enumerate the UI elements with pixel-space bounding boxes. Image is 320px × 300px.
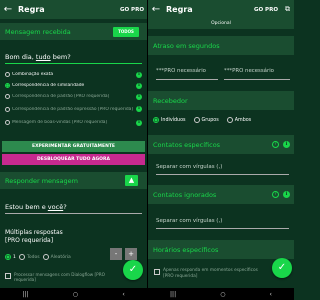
match-option-pattern[interactable]: Correspondência de padrão [PRO requerida… — [5, 92, 142, 101]
radio-selected-icon[interactable] — [5, 254, 11, 260]
received-message-underline — [5, 63, 142, 64]
recipient-individuals[interactable]: Indivíduos — [153, 117, 186, 123]
ignored-contacts-label: Contatos ignorados — [153, 190, 217, 199]
help-icon[interactable]: ? — [272, 191, 279, 198]
unlock-banner[interactable]: DESBLOQUEAR TUDO AGORA — [2, 154, 145, 165]
info-icon[interactable]: i — [136, 71, 142, 78]
match-option-exact[interactable]: Combinação exata i — [5, 70, 142, 79]
image-reply-button[interactable]: ▲ — [125, 175, 138, 186]
recipient-options: Indivíduos Grupos Ambos — [153, 117, 289, 123]
recipient-label: Recebedor — [153, 96, 188, 105]
image-icon: ▲ — [128, 176, 135, 184]
radio-selected-icon — [153, 117, 159, 123]
recent-apps-icon[interactable]: ||| — [22, 291, 28, 298]
radio-icon — [193, 117, 200, 123]
radio-icon — [5, 120, 10, 125]
specific-contacts-underline — [156, 174, 289, 175]
all-button[interactable]: TODOS — [113, 27, 139, 37]
radio-random[interactable]: Aleatória — [42, 254, 71, 260]
radio-all[interactable]: Todos — [18, 254, 40, 260]
radio-icon — [5, 72, 10, 77]
back-nav-icon[interactable]: ‹ — [270, 291, 272, 298]
check-icon: ✓ — [128, 264, 138, 275]
app-bar: ← Regra GO PRO — [0, 0, 147, 19]
radio-icon — [18, 254, 25, 260]
copy-icon[interactable]: ⧉ — [281, 5, 294, 14]
save-fab[interactable]: ✓ — [272, 258, 292, 278]
info-icon[interactable]: i — [283, 141, 290, 148]
reply-count: 1 — [5, 254, 16, 260]
schedule-checkbox-text: Apenas responda em momentos específicos … — [163, 268, 273, 279]
dialogflow-checkbox[interactable] — [5, 273, 11, 279]
ignored-contacts-input[interactable]: Separar com vírgulas (,) — [156, 218, 222, 224]
dialogflow-label: Processar mensagens com Dialogflow [PRO … — [14, 272, 105, 282]
match-option-similarity[interactable]: Correspondência de similaridade i — [5, 81, 142, 90]
recipient-groups[interactable]: Grupos — [193, 117, 219, 123]
delay-field-min-underline — [156, 79, 218, 80]
received-message-input[interactable]: Bom dia, tudo bem? — [5, 53, 142, 61]
match-option-pattern-expression[interactable]: Correspondência de padrão expressão [PRO… — [5, 103, 142, 115]
home-icon[interactable]: ○ — [220, 291, 225, 298]
specific-contacts-input[interactable]: Separar com vírgulas (,) — [156, 164, 222, 170]
right-screen: ← Regra GO PRO ⧉ Opcional Atraso em segu… — [148, 0, 294, 300]
reply-message-input[interactable]: Estou bem e você? — [5, 203, 142, 211]
match-option-welcome[interactable]: Mensagem de boas-vindas [PRO requerida] … — [5, 118, 142, 127]
radio-icon — [42, 254, 49, 260]
multiple-replies-pro: [PRO requerida] — [5, 237, 54, 244]
info-icon[interactable]: i — [136, 119, 142, 126]
back-arrow-icon[interactable]: ← — [0, 0, 16, 19]
radio-icon — [5, 106, 10, 112]
schedule-label: Horários específicos — [153, 245, 219, 254]
recent-apps-icon[interactable]: ||| — [170, 291, 176, 298]
multiple-replies-title: Múltiplas respostas — [5, 229, 63, 236]
schedule-checkbox-label: Apenas responda em momentos específicos — [163, 268, 258, 273]
trial-banner[interactable]: EXPERIMENTAR GRATUITAMENTE — [2, 141, 145, 152]
info-icon[interactable]: i — [283, 191, 290, 198]
optional-tab[interactable]: Opcional — [148, 19, 294, 29]
delay-header: Atraso em segundos — [148, 36, 294, 55]
recipient-header: Recebedor — [148, 91, 294, 110]
increase-button[interactable]: + — [125, 248, 137, 260]
system-nav-bar: ||| ○ ‹ — [148, 288, 294, 300]
reply-message-label: Responder mensagem — [5, 176, 78, 185]
info-icon[interactable]: i — [136, 93, 142, 100]
reply-message-underline — [5, 213, 142, 214]
home-icon[interactable]: ○ — [73, 291, 78, 298]
specific-contacts-label: Contatos específicos — [153, 140, 221, 149]
delay-field-max[interactable]: ***PRO necessário — [224, 68, 274, 74]
decrease-button[interactable]: - — [110, 248, 122, 260]
back-arrow-icon[interactable]: ← — [148, 0, 164, 19]
radio-icon — [226, 117, 233, 123]
radio-icon — [5, 94, 10, 99]
system-nav-bar: ||| ○ ‹ — [0, 288, 147, 300]
radio-selected-icon — [5, 83, 10, 88]
multiple-replies: Múltiplas respostas [PRO requerida] — [5, 229, 142, 245]
app-title: Regra — [18, 5, 45, 14]
app-title: Regra — [166, 5, 193, 14]
left-screen: ← Regra GO PRO Mensagem recebida TODOS B… — [0, 0, 147, 300]
go-pro-button[interactable]: GO PRO — [120, 7, 144, 13]
back-nav-icon[interactable]: ‹ — [122, 291, 124, 298]
delay-label: Atraso em segundos — [153, 41, 220, 50]
schedule-checkbox[interactable] — [154, 269, 160, 275]
schedule-checkbox-pro: [PRO requerida] — [163, 273, 198, 279]
delay-field-min[interactable]: ***PRO necessário — [156, 68, 206, 74]
schedule-header: Horários específicos — [148, 240, 294, 259]
go-pro-button[interactable]: GO PRO — [254, 7, 278, 13]
delay-field-max-underline — [224, 79, 290, 80]
info-icon[interactable]: i — [136, 106, 142, 112]
help-icon[interactable]: ? — [272, 141, 279, 148]
info-icon[interactable]: i — [136, 82, 142, 89]
ignored-contacts-underline — [156, 228, 289, 229]
save-fab[interactable]: ✓ — [123, 260, 143, 280]
check-icon: ✓ — [277, 262, 287, 273]
app-bar: ← Regra GO PRO ⧉ — [148, 0, 294, 19]
recipient-both[interactable]: Ambos — [226, 117, 251, 123]
